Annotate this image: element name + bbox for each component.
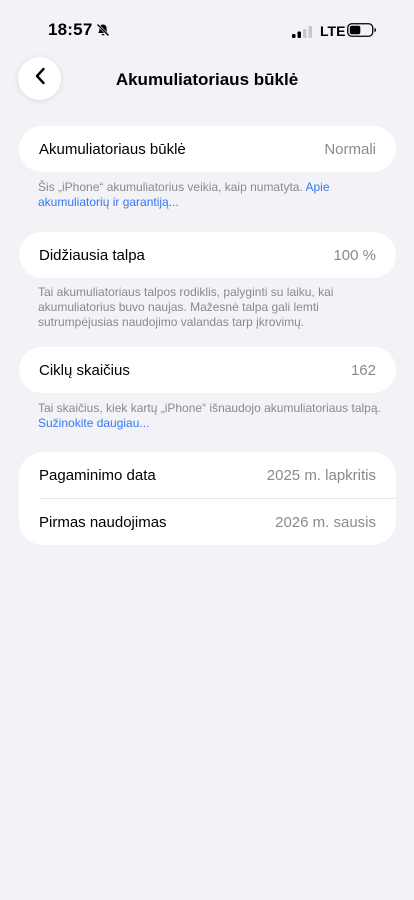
page-title: Akumuliatoriaus būklė: [115, 70, 299, 89]
battery-health-card: Akumuliatoriaus būklė Normali: [19, 126, 396, 172]
max-capacity-label: Didžiausia talpa: [39, 246, 145, 264]
battery-health-footer: Šis „iPhone“ akumuliatorius veikia, kaip…: [38, 180, 383, 210]
battery-icon: [347, 23, 377, 37]
battery-health-row: Akumuliatoriaus būklė Normali: [19, 126, 396, 172]
max-capacity-footer-text: Tai akumuliatoriaus talpos rodiklis, pal…: [38, 285, 334, 329]
battery-health-footer-text: Šis „iPhone“ akumuliatorius veikia, kaip…: [38, 180, 306, 194]
first-use-value: 2026 m. sausis: [275, 513, 376, 531]
cycle-count-row: Ciklų skaičius 162: [19, 347, 396, 393]
status-time: 18:57: [48, 20, 93, 39]
battery-health-value: Normali: [324, 140, 376, 158]
cycle-count-footer-text: Tai skaičius, kiek kartų „iPhone“ išnaud…: [38, 401, 381, 415]
cycle-count-value: 162: [350, 361, 376, 379]
network-type-label: LTE: [320, 23, 346, 39]
first-use-row: Pirmas naudojimas 2026 m. sausis: [19, 499, 396, 545]
cycle-count-footer: Tai skaičius, kiek kartų „iPhone“ išnaud…: [38, 401, 383, 431]
manufacture-date-value: 2025 m. lapkritis: [266, 466, 376, 484]
manufacture-date-row: Pagaminimo data 2025 m. lapkritis: [19, 452, 396, 498]
dates-card: Pagaminimo data 2025 m. lapkritis Pirmas…: [19, 452, 396, 545]
max-capacity-card: Didžiausia talpa 100 %: [19, 232, 396, 278]
max-capacity-row: Didžiausia talpa 100 %: [19, 232, 396, 278]
learn-more-link[interactable]: Sužinokite daugiau...: [38, 416, 149, 430]
cycle-count-label: Ciklų skaičius: [39, 361, 130, 379]
max-capacity-footer: Tai akumuliatoriaus talpos rodiklis, pal…: [38, 285, 383, 330]
status-bar: 18:57 LTE: [0, 0, 414, 60]
max-capacity-value: 100 %: [333, 246, 376, 264]
silent-mode-bell-icon: [96, 23, 110, 37]
battery-health-label: Akumuliatoriaus būklė: [39, 140, 186, 158]
cycle-count-card: Ciklų skaičius 162: [19, 347, 396, 393]
cellular-signal-icon: [292, 25, 314, 38]
first-use-label: Pirmas naudojimas: [39, 513, 167, 531]
manufacture-date-label: Pagaminimo data: [39, 466, 156, 484]
